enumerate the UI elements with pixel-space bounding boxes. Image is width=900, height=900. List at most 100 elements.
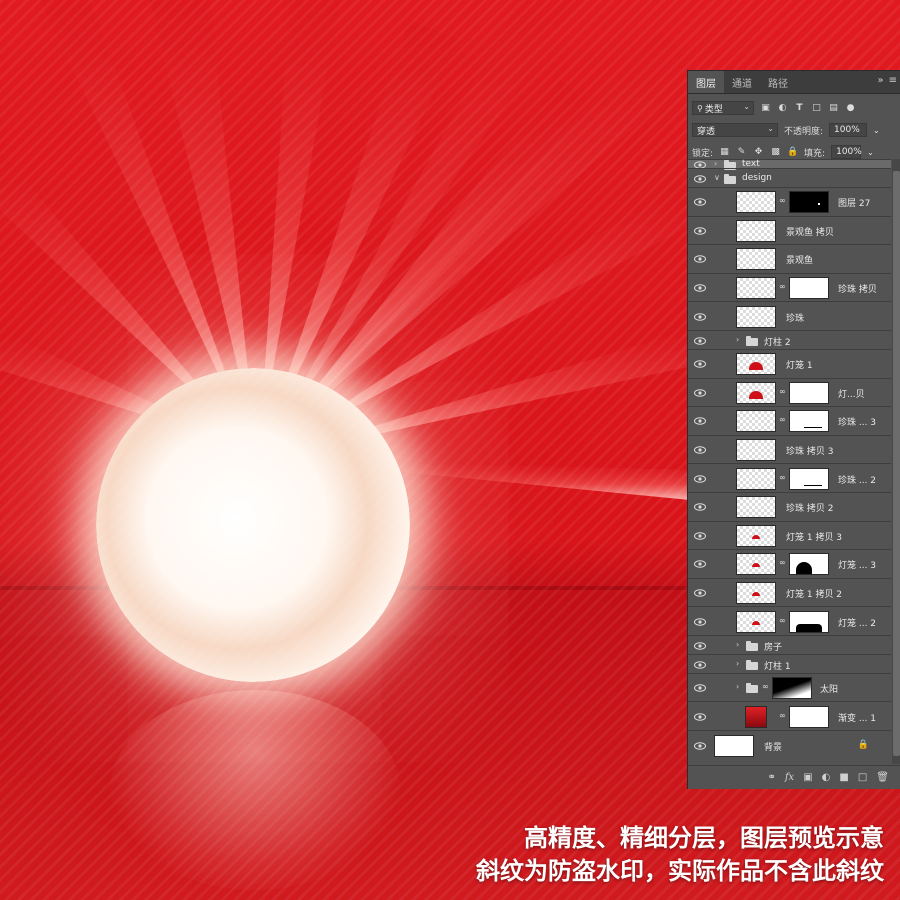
layer-mask-thumbnail[interactable] (789, 610, 829, 633)
layer-mask-thumbnail[interactable] (789, 191, 829, 214)
visibility-eye-icon[interactable] (694, 336, 706, 345)
layer-row[interactable]: 灯笼 1 (688, 349, 891, 378)
mask-link-icon[interactable]: ∞ (779, 282, 786, 291)
add-mask-icon[interactable]: ▣ (803, 772, 812, 783)
mask-link-icon[interactable]: ∞ (779, 387, 786, 396)
visibility-eye-icon[interactable] (694, 284, 706, 292)
lock-position-icon[interactable]: ✥ (753, 147, 764, 158)
tab-layers[interactable]: 图层 (688, 71, 724, 93)
layer-group-row[interactable]: › text (688, 159, 891, 170)
filter-toggle-icon[interactable]: ● (845, 103, 856, 114)
mask-link-icon[interactable]: ∞ (762, 682, 769, 691)
mask-link-icon[interactable]: ∞ (779, 473, 786, 482)
visibility-eye-icon[interactable] (694, 660, 706, 669)
visibility-eye-icon[interactable] (694, 174, 706, 183)
layer-row[interactable]: ∞ 灯...贝 (688, 377, 891, 407)
chevron-right-icon[interactable]: › (736, 659, 739, 668)
visibility-eye-icon[interactable] (694, 560, 706, 569)
layer-mask-thumbnail[interactable] (789, 467, 829, 490)
visibility-eye-icon[interactable] (694, 712, 706, 721)
layer-group-row[interactable]: › ∞ 太阳 (688, 673, 891, 701)
new-layer-icon[interactable]: □ (858, 772, 867, 783)
layer-row[interactable]: 景观鱼 (688, 244, 891, 273)
opacity-field[interactable]: 100% (829, 123, 868, 137)
visibility-eye-icon[interactable] (694, 255, 706, 264)
fill-field[interactable]: 100% (831, 145, 862, 159)
layer-mask-thumbnail[interactable] (789, 277, 829, 300)
tab-channels[interactable]: 通道 (724, 71, 760, 93)
visibility-eye-icon[interactable] (694, 474, 706, 483)
layer-row[interactable]: 珍珠 拷贝 3 (688, 434, 891, 464)
layer-row[interactable]: ∞ 灯笼 ... 2 (688, 606, 891, 635)
shape-filter-icon[interactable]: □ (811, 103, 822, 114)
layer-row[interactable]: 🔒 背景 (688, 730, 891, 759)
chevron-down-icon[interactable]: ∨ (714, 173, 720, 182)
collapse-panel-icon[interactable]: » (877, 75, 883, 86)
new-adjustment-icon[interactable]: ◐ (822, 772, 831, 783)
type-filter-icon[interactable]: T (794, 103, 805, 114)
layer-mask-thumbnail[interactable] (789, 381, 829, 404)
mask-link-icon[interactable]: ∞ (779, 415, 786, 424)
visibility-eye-icon[interactable] (694, 360, 706, 369)
layer-mask-thumbnail[interactable] (772, 677, 812, 699)
visibility-eye-icon[interactable] (694, 198, 706, 207)
visibility-eye-icon[interactable] (694, 684, 706, 692)
layer-row[interactable]: 珍珠 (688, 301, 891, 330)
layer-row[interactable]: ∞ 渐变 ... 1 (688, 701, 891, 730)
visibility-eye-icon[interactable] (694, 641, 706, 650)
layer-group-row[interactable]: › 灯柱 1 (688, 654, 891, 673)
scrollbar-thumb[interactable] (893, 171, 900, 756)
visibility-eye-icon[interactable] (694, 589, 706, 597)
layer-row[interactable]: 景观鱼 拷贝 (688, 215, 891, 245)
pixel-filter-icon[interactable]: ▣ (760, 103, 771, 114)
layer-mask-thumbnail[interactable] (789, 705, 829, 728)
mask-link-icon[interactable]: ∞ (779, 196, 786, 205)
visibility-eye-icon[interactable] (694, 312, 706, 321)
lock-all-icon[interactable]: 🔒 (787, 147, 798, 158)
chevron-right-icon[interactable]: › (736, 640, 739, 649)
layer-group-row[interactable]: › 灯柱 2 (688, 330, 891, 349)
chevron-right-icon[interactable]: › (736, 335, 739, 344)
layer-style-icon[interactable]: fx (785, 772, 794, 783)
smart-object-filter-icon[interactable]: ▤ (828, 103, 839, 114)
visibility-eye-icon[interactable] (694, 503, 706, 512)
visibility-eye-icon[interactable] (694, 417, 706, 426)
layer-mask-thumbnail[interactable] (789, 410, 829, 433)
layer-row[interactable]: ∞ 灯笼 ... 3 (688, 549, 891, 578)
panel-menu-icon[interactable]: ≡ (889, 75, 897, 86)
chevron-right-icon[interactable]: › (736, 682, 739, 691)
mask-link-icon[interactable]: ∞ (779, 558, 786, 567)
layer-row[interactable]: ∞ 珍珠 拷贝 (688, 272, 891, 302)
blend-mode-select[interactable]: 穿透 ⌄ (692, 123, 778, 137)
layer-row[interactable]: ∞ 珍珠 ... 3 (688, 406, 891, 435)
layer-row[interactable]: 灯笼 1 拷贝 2 (688, 577, 891, 607)
mask-link-icon[interactable]: ∞ (779, 616, 786, 625)
filter-kind-select[interactable]: ⚲ 类型 ⌄ (692, 101, 754, 115)
fill-dropdown-icon[interactable]: ⌄ (867, 148, 874, 157)
adjustment-filter-icon[interactable]: ◐ (777, 103, 788, 114)
layer-row[interactable]: ∞ 珍珠 ... 2 (688, 463, 891, 492)
visibility-eye-icon[interactable] (694, 741, 706, 750)
visibility-eye-icon[interactable] (694, 389, 706, 397)
mask-link-icon[interactable]: ∞ (779, 711, 786, 720)
layer-row[interactable]: 灯笼 1 拷贝 3 (688, 520, 891, 550)
link-layers-icon[interactable]: ⚭ (767, 772, 775, 783)
opacity-dropdown-icon[interactable]: ⌄ (873, 126, 880, 135)
layer-row[interactable]: ∞ 图层 27 (688, 187, 891, 216)
chevron-right-icon[interactable]: › (714, 159, 717, 168)
layer-group-row[interactable]: ∨ design (688, 168, 891, 187)
lock-image-icon[interactable]: ✎ (736, 147, 747, 158)
lock-artboard-icon[interactable]: ▩ (770, 147, 781, 158)
visibility-eye-icon[interactable] (694, 446, 706, 454)
visibility-eye-icon[interactable] (694, 617, 706, 626)
visibility-eye-icon[interactable] (694, 532, 706, 540)
visibility-eye-icon[interactable] (694, 227, 706, 235)
layer-row[interactable]: 珍珠 拷贝 2 (688, 492, 891, 521)
layer-mask-thumbnail[interactable] (789, 553, 829, 576)
new-group-icon[interactable]: ■ (839, 772, 848, 783)
lock-transparent-icon[interactable]: ▦ (719, 147, 730, 158)
layer-list-scrollbar[interactable] (892, 159, 900, 764)
tab-paths[interactable]: 路径 (760, 71, 796, 93)
delete-layer-icon[interactable]: 🗑 (876, 772, 889, 783)
layer-group-row[interactable]: › 房子 (688, 635, 891, 654)
